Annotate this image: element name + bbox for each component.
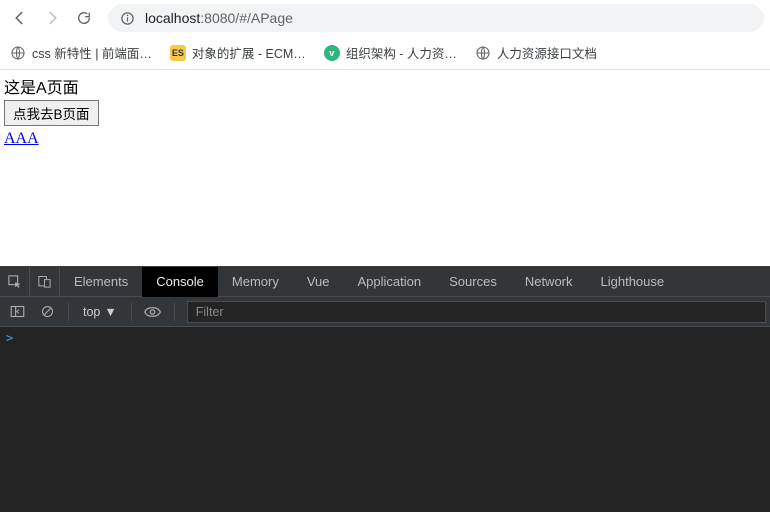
separator [174, 303, 175, 321]
live-expression-icon[interactable] [140, 300, 166, 324]
tab-sources[interactable]: Sources [435, 267, 511, 297]
clear-console-icon[interactable] [34, 300, 60, 324]
console-body[interactable]: > [0, 327, 770, 512]
back-button[interactable] [6, 4, 34, 32]
tab-vue[interactable]: Vue [293, 267, 344, 297]
v-icon: v [324, 45, 340, 61]
site-info-icon[interactable] [120, 11, 135, 26]
page-title: 这是A页面 [4, 74, 766, 98]
tab-application[interactable]: Application [344, 267, 436, 297]
console-toolbar: top ▼ [0, 297, 770, 327]
devtools-panel: Elements Console Memory Vue Application … [0, 266, 770, 512]
tab-console[interactable]: Console [142, 267, 218, 297]
bookmarks-bar: css 新特性 | 前端面… ES 对象的扩展 - ECM… v 组织架构 - … [0, 36, 770, 70]
separator [131, 303, 132, 321]
inspect-icon[interactable] [0, 267, 30, 297]
es-icon: ES [170, 45, 186, 61]
page-content: 这是A页面 点我去B页面 AAA [0, 70, 770, 250]
context-selector[interactable]: top ▼ [77, 305, 123, 319]
bookmark-item[interactable]: css 新特性 | 前端面… [8, 41, 154, 64]
bookmark-label: 组织架构 - 人力资… [346, 43, 457, 62]
filter-input[interactable] [187, 301, 766, 323]
bookmark-label: 人力资源接口文档 [497, 43, 597, 62]
chevron-down-icon: ▼ [104, 305, 116, 319]
context-label: top [83, 305, 100, 319]
bookmark-item[interactable]: v 组织架构 - 人力资… [322, 41, 459, 64]
console-sidebar-toggle-icon[interactable] [4, 300, 30, 324]
url-rest: :8080/#/APage [200, 10, 293, 26]
bookmark-item[interactable]: ES 对象的扩展 - ECM… [168, 41, 308, 64]
console-prompt: > [6, 331, 13, 345]
browser-toolbar: localhost:8080/#/APage [0, 0, 770, 36]
separator [68, 303, 69, 321]
globe-icon [10, 45, 26, 61]
bookmark-item[interactable]: 人力资源接口文档 [473, 41, 599, 64]
forward-button[interactable] [38, 4, 66, 32]
device-toggle-icon[interactable] [30, 267, 60, 297]
reload-button[interactable] [70, 4, 98, 32]
tab-network[interactable]: Network [511, 267, 587, 297]
globe-icon [475, 45, 491, 61]
bookmark-label: 对象的扩展 - ECM… [192, 43, 306, 62]
url-host: localhost [145, 10, 200, 26]
address-bar[interactable]: localhost:8080/#/APage [108, 4, 764, 32]
devtools-tabbar: Elements Console Memory Vue Application … [0, 267, 770, 297]
tab-memory[interactable]: Memory [218, 267, 293, 297]
url-text: localhost:8080/#/APage [145, 10, 293, 26]
tab-elements[interactable]: Elements [60, 267, 142, 297]
bookmark-label: css 新特性 | 前端面… [32, 43, 152, 62]
goto-b-button[interactable]: 点我去B页面 [4, 100, 99, 126]
tab-lighthouse[interactable]: Lighthouse [587, 267, 679, 297]
aaa-link[interactable]: AAA [4, 130, 39, 148]
